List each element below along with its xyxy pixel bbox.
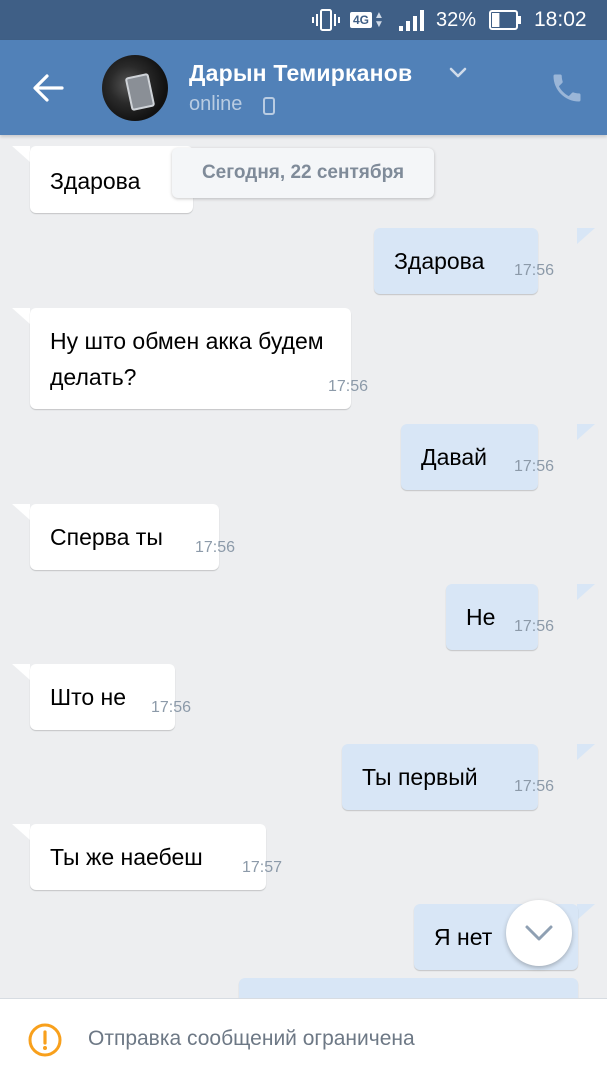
message-text: Ты же наебеш — [50, 844, 203, 870]
clock: 18:02 — [534, 8, 587, 31]
bubble-tail — [12, 308, 30, 324]
chevron-down-icon[interactable] — [448, 66, 468, 85]
back-button[interactable] — [28, 70, 68, 106]
bubble-tail — [577, 228, 595, 244]
back-arrow-icon — [33, 74, 64, 102]
bubble-tail — [577, 584, 595, 600]
message-text: Не — [466, 604, 496, 630]
message-text: Давай — [421, 444, 487, 470]
phone-call-icon — [553, 74, 581, 102]
message-incoming[interactable]: Ты же наебеш 17:57 — [30, 824, 282, 890]
message-text-line1: Ну што обмен акка будем — [50, 328, 324, 354]
message-outgoing[interactable]: Ты первый 17:56 — [342, 744, 554, 810]
message-time: 17:56 — [514, 458, 555, 475]
vibrate-icon — [312, 0, 340, 40]
bubble-tail — [12, 504, 30, 520]
message-text: Я нет — [434, 924, 493, 950]
message-outgoing[interactable]: Здарова 17:56 — [374, 228, 554, 294]
contact-name[interactable]: Дарын Темирканов — [189, 60, 412, 87]
message-incoming[interactable]: Сперва ты 17:56 — [30, 504, 235, 570]
message-restriction-bar: Отправка сообщений ограничена — [0, 998, 607, 1081]
mobile-phone-icon — [263, 97, 275, 120]
restriction-notice: Отправка сообщений ограничена — [88, 1027, 415, 1050]
message-incoming[interactable]: Што не 17:56 — [30, 664, 191, 730]
bubble-tail — [12, 664, 30, 680]
date-separator: Сегодня, 22 сентября — [172, 148, 434, 198]
bubble-tail — [577, 424, 595, 440]
warning-icon — [27, 1022, 63, 1063]
message-time: 17:56 — [328, 378, 369, 395]
scroll-to-bottom-button[interactable] — [506, 900, 572, 966]
message-time: 17:57 — [242, 859, 283, 876]
bubble-tail — [12, 146, 30, 162]
message-outgoing[interactable]: Не 17:56 — [446, 584, 554, 650]
message-time: 17:56 — [514, 262, 555, 279]
message-text: Здарова — [394, 248, 485, 274]
chevron-down-icon — [525, 925, 553, 941]
bubble-tail — [577, 744, 595, 760]
network-4g-icon: 4G ▲ ▼ — [350, 0, 384, 40]
message-text: Што не — [50, 684, 127, 710]
message-text-line2: делать? — [50, 364, 137, 390]
message-outgoing[interactable]: Давай 17:56 — [401, 424, 554, 490]
network-type: 4G — [350, 12, 373, 28]
chat-header: Дарын Темирканов online — [0, 40, 607, 135]
battery-icon — [489, 0, 523, 40]
message-time: 17:56 — [195, 539, 236, 556]
message-incoming[interactable]: Здарова — [30, 146, 193, 213]
message-text: Здарова — [50, 168, 141, 194]
message-incoming[interactable]: Ну што обмен акка будем делать? 17:56 — [30, 308, 368, 409]
message-time: 17:56 — [514, 618, 555, 635]
avatar-photo — [124, 72, 156, 112]
message-text: Ты первый — [362, 764, 478, 790]
message-text: Сперва ты — [50, 524, 163, 550]
contact-status: online — [189, 93, 243, 115]
status-bar: 4G ▲ ▼ 32% 18:02 — [0, 0, 607, 40]
message-time: 17:56 — [151, 699, 192, 716]
bubble-tail — [577, 904, 595, 920]
signal-icon — [398, 0, 426, 40]
avatar[interactable] — [102, 55, 168, 121]
battery-percent: 32% — [436, 8, 477, 31]
data-arrows-icon: ▲ ▼ — [374, 10, 384, 30]
message-time: 17:56 — [514, 778, 555, 795]
bubble-tail — [12, 824, 30, 840]
call-button[interactable] — [549, 70, 585, 106]
